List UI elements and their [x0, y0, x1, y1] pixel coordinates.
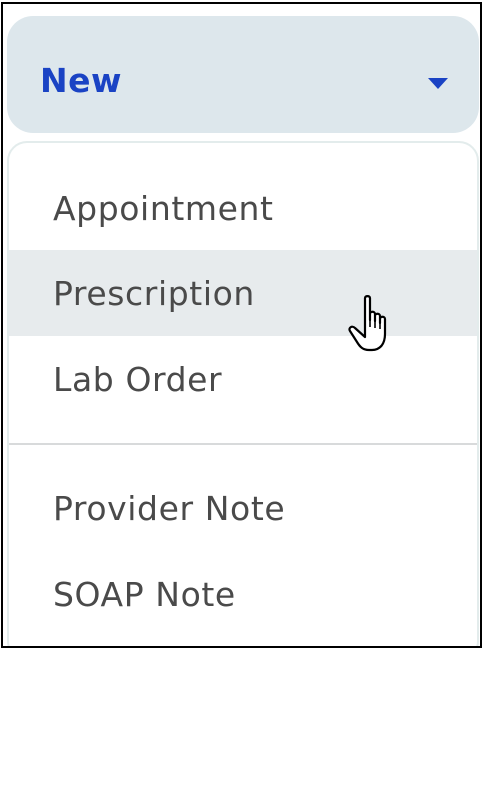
menu-item-lab-order[interactable]: Lab Order — [9, 336, 477, 422]
menu-item-label: SOAP Note — [53, 574, 236, 614]
menu-item-label: Lab Order — [53, 359, 223, 399]
menu-divider — [9, 443, 477, 445]
hand-pointer-icon — [348, 295, 387, 352]
menu-item-appointment[interactable]: Appointment — [9, 165, 477, 251]
caret-down-icon — [428, 78, 448, 89]
menu-item-provider-note[interactable]: Provider Note — [9, 465, 477, 551]
new-dropdown-menu: Appointment Prescription Lab Order Provi… — [7, 141, 479, 646]
menu-item-prescription[interactable]: Prescription — [9, 250, 477, 336]
new-button-label: New — [40, 61, 122, 100]
menu-item-label: Provider Note — [53, 488, 286, 528]
new-dropdown-button[interactable]: New — [7, 16, 479, 133]
menu-item-label: Prescription — [53, 273, 255, 313]
menu-item-soap-note[interactable]: SOAP Note — [9, 551, 477, 637]
screenshot-frame: New Appointment Prescription Lab Order P… — [1, 2, 482, 648]
menu-item-label: Appointment — [53, 188, 274, 228]
